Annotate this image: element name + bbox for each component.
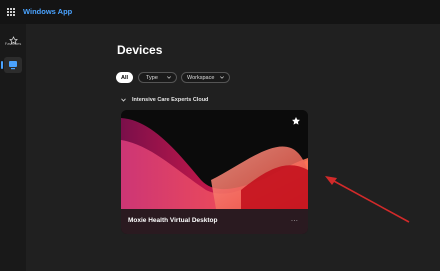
device-name: Moxie Health Virtual Desktop: [128, 217, 218, 224]
group-collapse-chevron-icon[interactable]: [121, 98, 126, 102]
title-bar: Windows App: [0, 0, 440, 24]
filter-type-label: Type: [146, 74, 158, 81]
chevron-down-icon: [167, 76, 171, 79]
filter-all-chip[interactable]: All: [116, 72, 133, 83]
annotation-arrow: [325, 176, 410, 223]
page-title: Devices: [117, 43, 163, 57]
monitor-icon: [9, 61, 17, 70]
device-card[interactable]: Moxie Health Virtual Desktop ...: [121, 110, 308, 234]
sidebar-item-label: Favorites: [4, 41, 22, 46]
app-grid-icon[interactable]: [7, 8, 15, 16]
sidebar: Favorites: [0, 24, 26, 271]
selection-indicator: [1, 61, 3, 69]
star-icon[interactable]: [291, 116, 301, 126]
filter-workspace-label: Workspace: [187, 74, 215, 81]
device-card-footer: Moxie Health Virtual Desktop ...: [121, 209, 308, 234]
group-label: Intensive Care Experts Cloud: [132, 97, 209, 103]
app-title: Windows App: [23, 7, 73, 16]
sidebar-item-devices[interactable]: [1, 57, 22, 73]
device-thumbnail: [121, 110, 308, 209]
more-options-button[interactable]: ...: [291, 216, 298, 223]
chevron-down-icon: [220, 76, 224, 79]
filter-workspace-dropdown[interactable]: Workspace: [181, 72, 230, 83]
filter-type-dropdown[interactable]: Type: [138, 72, 177, 83]
